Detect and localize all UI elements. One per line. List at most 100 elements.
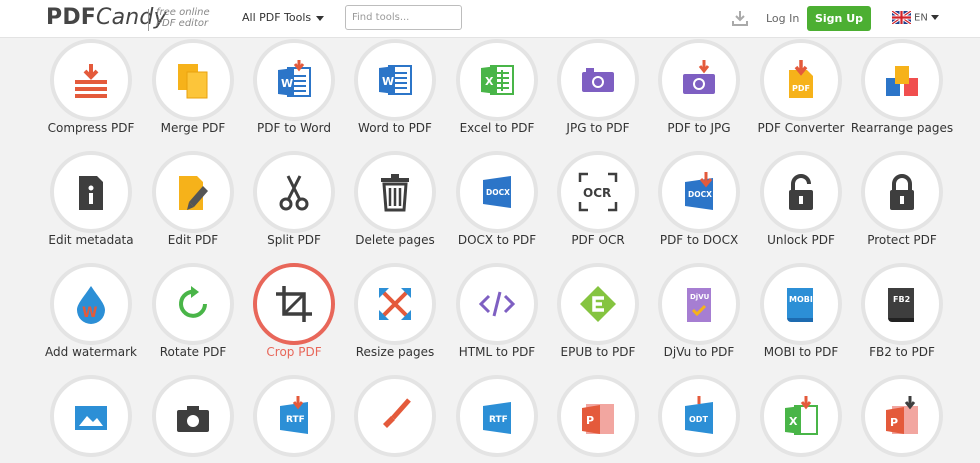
scissors-icon — [279, 175, 309, 211]
download-icon[interactable] — [731, 9, 749, 27]
tool-circle[interactable]: DjVU — [658, 263, 740, 345]
tool-tile-pdf-ocr[interactable]: OCR PDF OCR — [547, 127, 649, 247]
svg-text:X: X — [789, 415, 798, 428]
tool-tile-djvu-to-pdf[interactable]: DjVU DjVu to PDF — [648, 239, 750, 359]
trash-icon — [381, 174, 409, 212]
tool-tile-brush[interactable] — [344, 351, 446, 463]
tool-tile-ppt-arrow[interactable]: P — [851, 351, 953, 463]
svg-text:P: P — [586, 414, 594, 427]
tool-circle[interactable] — [152, 263, 234, 345]
ppt-icon: P — [582, 404, 614, 434]
tool-circle[interactable]: X — [456, 39, 538, 121]
language-selector[interactable]: EN — [892, 11, 939, 24]
tool-circle[interactable]: P — [861, 375, 943, 457]
tool-circle[interactable]: OCR — [557, 151, 639, 233]
tool-circle[interactable]: W — [253, 39, 335, 121]
watermark-icon: W — [77, 286, 105, 324]
tool-circle[interactable]: ODT — [658, 375, 740, 457]
tool-circle[interactable]: PDF — [760, 39, 842, 121]
tool-circle[interactable] — [152, 39, 234, 121]
tool-tile-edit-metadata[interactable]: Edit metadata — [40, 127, 142, 247]
svg-text:P: P — [890, 416, 898, 429]
tool-circle[interactable] — [456, 263, 538, 345]
tool-circle[interactable]: P — [557, 375, 639, 457]
tool-circle[interactable] — [557, 263, 639, 345]
rtf-icon: RTF — [483, 402, 511, 434]
compress-icon — [75, 64, 107, 98]
brush-icon — [383, 398, 411, 428]
tool-circle[interactable] — [861, 39, 943, 121]
tool-tile-add-watermark[interactable]: W Add watermark — [40, 239, 142, 359]
tool-tile-docx-to-pdf[interactable]: DOCX DOCX to PDF — [446, 127, 548, 247]
tool-tile-photo-camera[interactable] — [142, 351, 244, 463]
tool-circle[interactable]: RTF — [253, 375, 335, 457]
docx-arrow-icon: DOCX — [685, 172, 713, 210]
tool-circle[interactable]: MOBI — [760, 263, 842, 345]
tool-circle[interactable]: DOCX — [456, 151, 538, 233]
tool-circle[interactable] — [152, 151, 234, 233]
tool-tile-odt[interactable]: ODT — [648, 351, 750, 463]
logo-separator — [148, 9, 149, 31]
tool-tile-epub-to-pdf[interactable]: EPUB to PDF — [547, 239, 649, 359]
tool-circle[interactable]: W — [50, 263, 132, 345]
tool-circle[interactable] — [253, 151, 335, 233]
tool-circle[interactable]: DOCX — [658, 151, 740, 233]
tool-tile-rotate-pdf[interactable]: Rotate PDF — [142, 239, 244, 359]
tool-tile-rtf-arrow[interactable]: RTF — [243, 351, 345, 463]
tagline: free online PDF editor — [156, 7, 210, 29]
camera-icon — [582, 68, 614, 92]
tool-circle[interactable] — [253, 263, 335, 345]
image-icon — [75, 406, 107, 430]
svg-text:OCR: OCR — [583, 186, 611, 200]
all-tools-menu[interactable]: All PDF Tools — [242, 11, 325, 24]
tool-tile-fb2-to-pdf[interactable]: FB2 FB2 to PDF — [851, 239, 953, 359]
top-header: PDFCandy free online PDF editor All PDF T… — [0, 0, 980, 38]
tool-circle[interactable] — [354, 263, 436, 345]
tool-circle[interactable]: W — [354, 39, 436, 121]
excel-icon: X — [481, 65, 514, 95]
tool-tile-split-pdf[interactable]: Split PDF — [243, 127, 345, 247]
tool-circle[interactable] — [557, 39, 639, 121]
tool-circle[interactable] — [50, 39, 132, 121]
rotate-icon — [179, 286, 207, 318]
tool-circle[interactable]: RTF — [456, 375, 538, 457]
tool-tile-crop-pdf[interactable]: Crop PDF — [243, 239, 345, 359]
merge-icon — [178, 64, 208, 99]
tool-tile-resize-pages[interactable]: Resize pages — [344, 239, 446, 359]
svg-text:RTF: RTF — [286, 415, 305, 425]
tool-tile-image[interactable] — [40, 351, 142, 463]
tool-circle[interactable] — [354, 375, 436, 457]
svg-text:PDF: PDF — [792, 84, 810, 93]
tool-tile-rtf[interactable]: RTF — [446, 351, 548, 463]
photo-camera-icon — [177, 406, 209, 432]
svg-text:RTF: RTF — [489, 415, 508, 425]
svg-text:MOBI: MOBI — [789, 295, 813, 304]
tool-circle[interactable] — [658, 39, 740, 121]
tool-circle[interactable]: FB2 — [861, 263, 943, 345]
tool-tile-protect-pdf[interactable]: Protect PDF — [851, 127, 953, 247]
tool-circle[interactable] — [50, 375, 132, 457]
tool-circle[interactable] — [50, 151, 132, 233]
tool-circle[interactable] — [354, 151, 436, 233]
signup-button[interactable]: Sign Up — [807, 6, 871, 31]
tool-circle[interactable] — [152, 375, 234, 457]
unlock-icon — [789, 174, 813, 210]
tool-tile-edit-pdf[interactable]: Edit PDF — [142, 127, 244, 247]
tool-tile-pdf-to-docx[interactable]: DOCX PDF to DOCX — [648, 127, 750, 247]
tool-circle[interactable]: X — [760, 375, 842, 457]
tool-tile-html-to-pdf[interactable]: HTML to PDF — [446, 239, 548, 359]
tool-circle[interactable] — [760, 151, 842, 233]
crop-icon — [276, 286, 312, 322]
login-link[interactable]: Log In — [766, 12, 799, 25]
tool-tile-excel-arrow[interactable]: X — [750, 351, 852, 463]
tool-circle[interactable] — [861, 151, 943, 233]
tool-tile-unlock-pdf[interactable]: Unlock PDF — [750, 127, 852, 247]
edit-icon — [179, 176, 208, 210]
tool-tile-mobi-to-pdf[interactable]: MOBI MOBI to PDF — [750, 239, 852, 359]
tool-tile-delete-pages[interactable]: Delete pages — [344, 127, 446, 247]
search-input[interactable] — [345, 5, 462, 30]
tools-grid: Compress PDF Merge PDF W PDF to Word W Word t… — [0, 0, 980, 457]
tool-tile-ppt[interactable]: P — [547, 351, 649, 463]
lock-icon — [890, 174, 914, 210]
pdf-to-word-icon: W — [278, 60, 311, 97]
